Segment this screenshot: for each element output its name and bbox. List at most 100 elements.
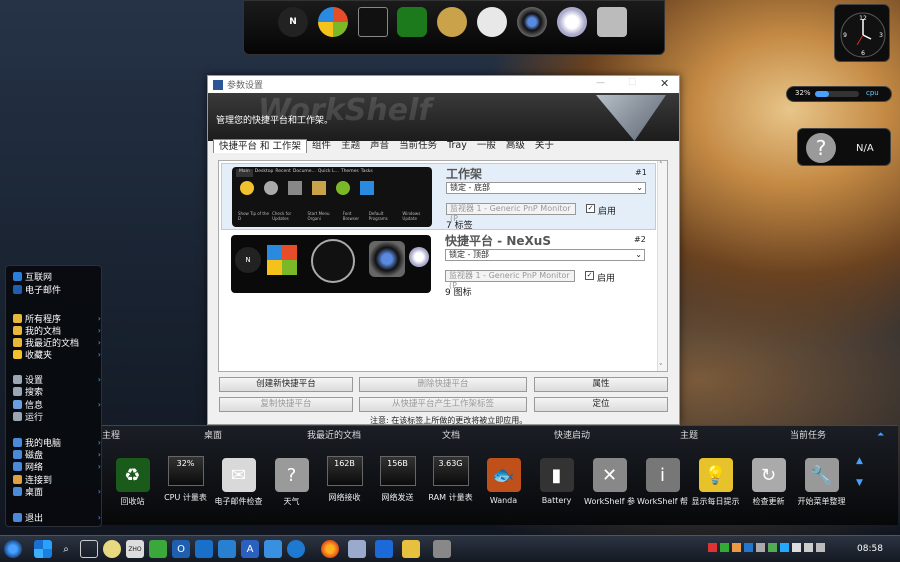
- start-menu-item[interactable]: 磁盘 ›: [13, 448, 101, 461]
- start-menu-item[interactable]: 所有程序 ›: [13, 312, 101, 325]
- start-menu-item[interactable]: 运行: [13, 410, 101, 423]
- tray-icon[interactable]: [768, 543, 777, 552]
- shelf-item[interactable]: ♻ 回收站: [106, 450, 159, 520]
- shelf-item[interactable]: 156B 网络发送: [371, 450, 424, 520]
- shelf-scroll-down-icon[interactable]: ▼: [856, 478, 863, 488]
- start-menu-item[interactable]: 互联网: [13, 270, 101, 283]
- shelf-item[interactable]: 🐟 Wanda: [477, 450, 530, 520]
- tray-icon[interactable]: [708, 543, 717, 552]
- start-menu-item[interactable]: 电子邮件: [13, 283, 101, 296]
- start-menu-item[interactable]: 网络 ›: [13, 460, 101, 473]
- input-method-icon[interactable]: ZHO: [126, 540, 144, 558]
- clock-icon[interactable]: [358, 7, 388, 37]
- file-explorer-icon[interactable]: [402, 540, 420, 558]
- taskbar-clock[interactable]: 08:58: [857, 544, 883, 554]
- shelf-tab[interactable]: 文档: [442, 428, 460, 441]
- copy-dock-button[interactable]: 复制快捷平台: [219, 397, 353, 412]
- shelf-item[interactable]: ▮ Battery: [530, 450, 583, 520]
- chat-icon[interactable]: [103, 540, 121, 558]
- tab-tasks[interactable]: 当前任务: [394, 139, 442, 153]
- lock-position-select[interactable]: 锁定 - 底部 ⌄: [446, 182, 646, 194]
- close-button[interactable]: ✕: [660, 77, 669, 90]
- minimize-button[interactable]: —: [596, 78, 605, 88]
- tray-icon[interactable]: [720, 543, 729, 552]
- tools-icon[interactable]: [597, 7, 627, 37]
- shelf-item[interactable]: 32% CPU 计量表: [159, 450, 212, 520]
- tab-shelves[interactable]: 快捷平台 和 工作架: [213, 139, 308, 153]
- network-icon[interactable]: [816, 543, 825, 552]
- nexus-logo-icon[interactable]: N: [278, 7, 308, 37]
- blue-circle-icon[interactable]: [287, 540, 305, 558]
- task-view-icon[interactable]: [80, 540, 98, 558]
- workshelf-taskbar-icon[interactable]: [433, 540, 451, 558]
- shelf-menu-icon[interactable]: ⏶: [877, 430, 884, 440]
- start-menu-item[interactable]: 退出 ›: [13, 511, 101, 524]
- shelf-item[interactable]: i WorkShelf 帮: [636, 450, 689, 520]
- tab-tray[interactable]: Tray: [442, 139, 472, 153]
- list-item-nexus[interactable]: N 快捷平台 - NeXuS #2 锁定 - 顶部 ⌄ 监视器 1 - Gener…: [221, 231, 656, 298]
- delete-dock-button[interactable]: 删除快捷平台: [359, 377, 527, 392]
- start-menu-item[interactable]: 连接到: [13, 473, 101, 486]
- shelf-item[interactable]: ↻ 检查更新: [742, 450, 795, 520]
- volume-icon[interactable]: [804, 543, 813, 552]
- start-menu-item[interactable]: 我的电脑 ›: [13, 436, 101, 449]
- mail-icon[interactable]: [195, 540, 213, 558]
- shelf-item[interactable]: 162B 网络接收: [318, 450, 371, 520]
- app-a-icon[interactable]: A: [241, 540, 259, 558]
- firefox-icon[interactable]: [321, 540, 339, 558]
- shelf-scroll-up-icon[interactable]: ▲: [856, 456, 863, 466]
- shelf-item[interactable]: ✕ WorkShelf 参: [583, 450, 636, 520]
- scrollbar[interactable]: ˄ ˅: [657, 161, 667, 371]
- start-menu-item[interactable]: 搜索: [13, 385, 101, 398]
- green-app-icon[interactable]: [149, 540, 167, 558]
- enable-checkbox[interactable]: ✓: [586, 204, 595, 213]
- bird-app-icon[interactable]: [264, 540, 282, 558]
- shelf-item[interactable]: ? 天气: [265, 450, 318, 520]
- cpu-widget[interactable]: 32% cpu: [786, 86, 892, 102]
- shelf-item[interactable]: ✉ 电子邮件检查: [212, 450, 265, 520]
- tab-general[interactable]: 一般: [472, 139, 501, 153]
- create-dock-button[interactable]: 创建新快捷平台: [219, 377, 353, 392]
- start-menu-item[interactable]: 设置 ›: [13, 373, 101, 386]
- list-item-workshelf[interactable]: Main Desktop Recent Docume... Quick L...…: [221, 163, 656, 231]
- tray-icon[interactable]: [780, 543, 789, 552]
- shelf-list[interactable]: Main Desktop Recent Docume... Quick L...…: [218, 160, 668, 372]
- shelf-tab[interactable]: 桌面: [204, 428, 222, 441]
- tab-advanced[interactable]: 高级: [501, 139, 530, 153]
- tab-themes[interactable]: 主题: [336, 139, 365, 153]
- search-icon[interactable]: ⌕: [57, 540, 75, 558]
- shelf-tab[interactable]: 当前任务: [790, 428, 826, 441]
- monitor-select[interactable]: 监视器 1 - Generic PnP Monitor (P: [446, 203, 576, 223]
- shelf-tab[interactable]: 主题: [680, 428, 698, 441]
- shelf-tab[interactable]: 主程: [102, 428, 120, 441]
- start-orb-icon[interactable]: [4, 540, 22, 558]
- scroll-down-icon[interactable]: ˅: [659, 363, 663, 371]
- clock-widget[interactable]: 12 3 6 9: [834, 4, 890, 62]
- photos-icon[interactable]: [218, 540, 236, 558]
- shelf-tab[interactable]: 快速启动: [554, 428, 590, 441]
- recycle-bin-icon[interactable]: [397, 7, 427, 37]
- tab-sounds[interactable]: 声音: [365, 139, 394, 153]
- shelf-tab[interactable]: 我最近的文档: [307, 428, 361, 441]
- enable-checkbox[interactable]: ✓: [585, 271, 594, 280]
- start-menu-item[interactable]: 桌面 ›: [13, 485, 101, 498]
- teamviewer-icon[interactable]: [375, 540, 393, 558]
- windows-start-icon[interactable]: [34, 540, 52, 558]
- monitor-select[interactable]: 监视器 1 - Generic PnP Monitor (P: [445, 270, 575, 290]
- weather-widget[interactable]: ? N/A: [797, 128, 891, 166]
- dialog-titlebar[interactable]: 参数设置 — ☐ ✕: [208, 76, 679, 93]
- tab-components[interactable]: 组件: [307, 139, 336, 153]
- tab-about[interactable]: 关于: [530, 139, 559, 153]
- start-menu-item[interactable]: 我的文档 ›: [13, 324, 101, 337]
- maximize-button[interactable]: ☐: [628, 78, 636, 88]
- properties-button[interactable]: 属性: [534, 377, 668, 392]
- scroll-up-icon[interactable]: ˄: [659, 161, 663, 169]
- shelf-item[interactable]: 💡 显示每日提示: [689, 450, 742, 520]
- tray-icon[interactable]: [732, 543, 741, 552]
- tray-icon[interactable]: [744, 543, 753, 552]
- shelf-item[interactable]: 🔧 开始菜单整理: [795, 450, 848, 520]
- start-menu-item[interactable]: 收藏夹 ›: [13, 348, 101, 361]
- start-menu-item[interactable]: 我最近的文档 ›: [13, 336, 101, 349]
- tray-icon[interactable]: [756, 543, 765, 552]
- mail-icon[interactable]: [477, 7, 507, 37]
